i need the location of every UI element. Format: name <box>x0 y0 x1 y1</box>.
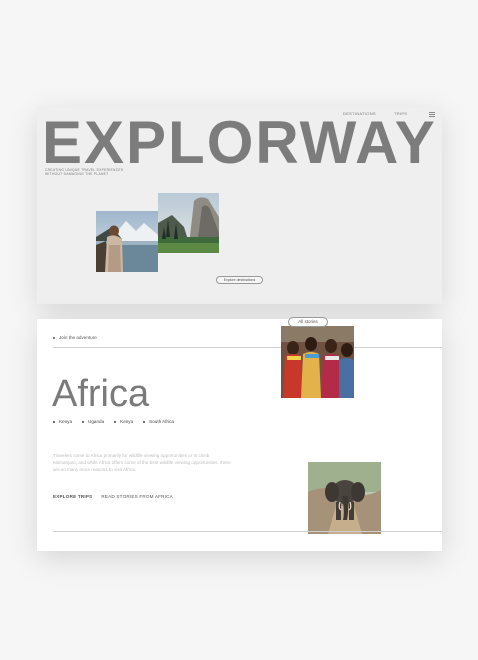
brand-logo: EXPLORWAY <box>42 109 437 176</box>
join-adventure-label: Join the adventure <box>53 335 97 340</box>
country-list: Kenya Uganda Kenya South Africa <box>53 419 174 424</box>
africa-description: Travelers come to Africa primarily for w… <box>53 453 231 472</box>
country-tag-south-africa[interactable]: South Africa <box>143 419 174 424</box>
all-stories-button[interactable]: All stories <box>288 317 328 327</box>
explore-trips-link[interactable]: EXPLORE TRIPS <box>53 494 92 499</box>
hero-card: DESTINATIONS TRIPS EXPLORWAY CREATING UN… <box>37 107 442 304</box>
tagline: CREATING UNIQUE TRAVEL EXPERIENCES WITHO… <box>45 168 125 177</box>
country-tag-uganda[interactable]: Uganda <box>82 419 104 424</box>
africa-actions: EXPLORE TRIPS READ STORIES FROM AFRICA <box>53 494 173 499</box>
elephant-photo <box>308 462 381 534</box>
tagline-line-2: WITHOUT DAMAGING THE PLANET <box>45 172 109 177</box>
lake-traveler-photo <box>96 211 158 272</box>
page-title: Africa <box>52 373 150 415</box>
read-stories-link[interactable]: READ STORIES FROM AFRICA <box>101 494 173 499</box>
country-tag-kenya-2[interactable]: Kenya <box>114 419 133 424</box>
valley-photo <box>158 193 219 253</box>
africa-card: Join the adventure All stories Africa Ke… <box>37 317 442 551</box>
divider-top <box>53 347 442 348</box>
country-tag-kenya[interactable]: Kenya <box>53 419 72 424</box>
maasai-women-photo <box>281 326 354 398</box>
divider-bottom <box>53 531 442 532</box>
explore-destinations-button[interactable]: Explore destinations <box>216 276 263 284</box>
